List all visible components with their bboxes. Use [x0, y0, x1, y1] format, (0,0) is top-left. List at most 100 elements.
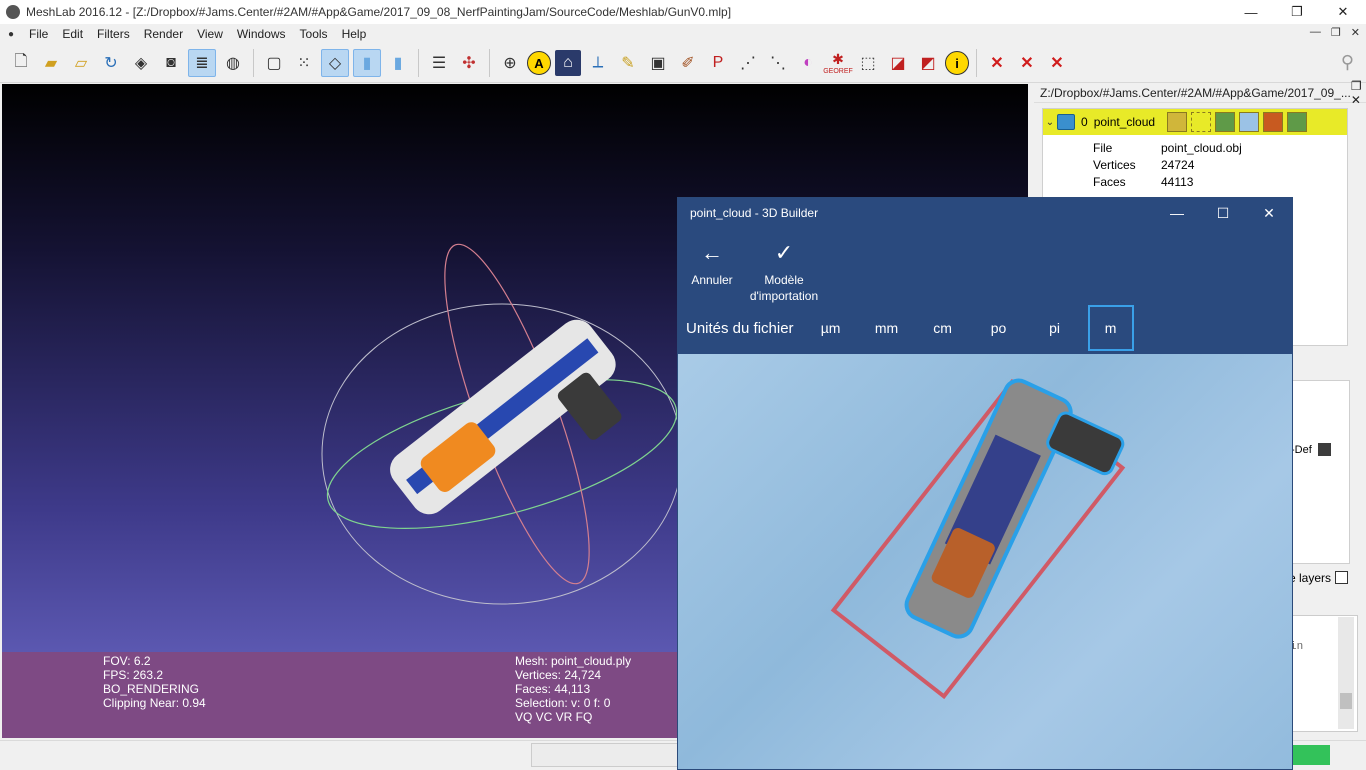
- meshlab-logo-icon: [6, 5, 20, 19]
- measure-icon[interactable]: ⟂: [585, 50, 611, 76]
- dialog-close-button[interactable]: ✕: [1246, 198, 1292, 228]
- menu-view[interactable]: View: [190, 27, 230, 41]
- dialog-maximize-button[interactable]: ☐: [1200, 198, 1246, 228]
- color-swatch[interactable]: [1318, 443, 1331, 456]
- scroll-thumb[interactable]: [1340, 693, 1352, 709]
- texture-render-icon[interactable]: [1263, 112, 1284, 132]
- search-icon[interactable]: ⚲: [1341, 52, 1354, 73]
- open-icon[interactable]: ▰: [38, 50, 64, 76]
- trackball-icon[interactable]: ⊕: [497, 50, 523, 76]
- layers-checkbox-label: e layers: [1289, 571, 1332, 585]
- georef-icon[interactable]: ✱ GEOREF: [823, 50, 853, 76]
- annotation-icon[interactable]: A: [527, 51, 551, 75]
- menu-file[interactable]: File: [22, 27, 55, 41]
- visibility-eye-icon[interactable]: [1057, 114, 1075, 130]
- fps-text: FPS: 263.2: [103, 668, 164, 682]
- wire-render-icon[interactable]: [1215, 112, 1236, 132]
- quality-icon[interactable]: ◐: [795, 50, 821, 76]
- axis-icon[interactable]: ✣: [456, 50, 482, 76]
- menu-windows[interactable]: Windows: [230, 27, 293, 41]
- brush-icon[interactable]: ✐: [675, 50, 701, 76]
- window-title: MeshLab 2016.12 - [Z:/Dropbox/#Jams.Cent…: [26, 5, 732, 19]
- prop-file: File point_cloud.obj: [1093, 140, 1242, 155]
- new-icon[interactable]: 🗋: [8, 50, 34, 76]
- minimize-button[interactable]: —: [1228, 0, 1274, 24]
- status-field: [531, 743, 679, 767]
- vertices-text: Vertices: 24,724: [515, 668, 602, 682]
- align-icon[interactable]: ⋱: [765, 50, 791, 76]
- face-select-icon[interactable]: ◪: [885, 50, 911, 76]
- bbox-render-icon[interactable]: [1167, 112, 1188, 132]
- unit-cm[interactable]: cm: [920, 305, 966, 351]
- wireframe-icon[interactable]: ◇: [321, 49, 349, 77]
- delete-faces-icon[interactable]: ✕: [984, 50, 1010, 76]
- unit-m[interactable]: m: [1087, 305, 1134, 351]
- app-menu-icon[interactable]: ●: [4, 27, 18, 41]
- restore-button[interactable]: ❐: [1274, 0, 1320, 24]
- vertex-select-icon[interactable]: ⬚: [855, 50, 881, 76]
- snapshot-icon[interactable]: ◙: [158, 50, 184, 76]
- dialog-3d-view[interactable]: [678, 354, 1292, 769]
- unit-mm[interactable]: mm: [864, 305, 910, 351]
- mdi-close-button[interactable]: ✕: [1351, 26, 1360, 39]
- pickpoints-icon[interactable]: P: [705, 50, 731, 76]
- render-options-panel: [1288, 380, 1350, 564]
- units-selector: Unités du fichier µm mm cm po pi m: [678, 304, 1144, 352]
- dialog-title: point_cloud - 3D Builder: [690, 206, 819, 220]
- bbox-icon[interactable]: ▢: [261, 50, 287, 76]
- log-scrollbar[interactable]: [1338, 617, 1354, 729]
- faces-text: Faces: 44,113: [515, 682, 591, 696]
- project-path: Z:/Dropbox/#Jams.Center/#2AM/#App&Game/2…: [1040, 86, 1351, 100]
- import-model-button[interactable]: ✓ Modèle d'importation: [746, 242, 822, 304]
- smooth-icon[interactable]: ▮: [385, 50, 411, 76]
- panel-close-button[interactable]: ✕: [1351, 93, 1361, 107]
- menu-help[interactable]: Help: [335, 27, 374, 41]
- menu-edit[interactable]: Edit: [55, 27, 90, 41]
- flat-icon[interactable]: ▮: [353, 49, 381, 77]
- delete-vertices-icon[interactable]: ✕: [1014, 50, 1040, 76]
- layers-icon[interactable]: ≣: [188, 49, 216, 77]
- delete-all-icon[interactable]: ✕: [1044, 50, 1070, 76]
- menu-filters[interactable]: Filters: [90, 27, 137, 41]
- layer-index: 0: [1081, 115, 1088, 129]
- mdi-restore-button[interactable]: ❐: [1331, 26, 1341, 39]
- fov-text: FOV: 6.2: [103, 654, 151, 668]
- reload-icon[interactable]: ↻: [98, 50, 124, 76]
- settings-render-icon[interactable]: [1287, 112, 1308, 132]
- save-icon[interactable]: ◈: [128, 50, 154, 76]
- open-project-icon[interactable]: ▱: [68, 50, 94, 76]
- select-icon[interactable]: ⋰: [735, 50, 761, 76]
- prop-vertices: Vertices 24724: [1093, 157, 1195, 172]
- info-icon[interactable]: i: [945, 51, 969, 75]
- collapse-icon[interactable]: ⌄: [1043, 117, 1057, 128]
- menu-bar: ● File Edit Filters Render View Windows …: [0, 24, 1366, 44]
- layer-name: point_cloud: [1093, 115, 1156, 129]
- menu-render[interactable]: Render: [137, 27, 190, 41]
- cancel-button[interactable]: ← Annuler: [690, 242, 734, 288]
- connected-select-icon[interactable]: ◩: [915, 50, 941, 76]
- points-icon[interactable]: ⁙: [291, 50, 317, 76]
- main-toolbar: 🗋 ▰ ▱ ↻ ◈ ◙ ≣ ◍ ▢ ⁙ ◇ ▮ ▮ ☰ ✣ ⊕ A ⌂ ⟂ ✎ …: [0, 44, 1366, 83]
- 3d-builder-dialog: point_cloud - 3D Builder — ☐ ✕ ← Annuler…: [677, 197, 1293, 770]
- menu-tools[interactable]: Tools: [293, 27, 335, 41]
- unit-po[interactable]: po: [976, 305, 1022, 351]
- flat-render-icon[interactable]: [1239, 112, 1260, 132]
- flags-text: VQ VC VR FQ: [515, 710, 593, 724]
- unit-pi[interactable]: pi: [1032, 305, 1078, 351]
- paint-icon[interactable]: ✎: [615, 50, 641, 76]
- house-icon[interactable]: ⌂: [555, 50, 581, 76]
- unit-um[interactable]: µm: [808, 305, 854, 351]
- panel-float-button[interactable]: ❐: [1351, 79, 1362, 93]
- points-render-icon[interactable]: [1191, 112, 1212, 132]
- light-icon[interactable]: ☰: [426, 50, 452, 76]
- render-info: FOV: 6.2 FPS: 263.2 BO_RENDERING Clippin…: [103, 654, 206, 710]
- dialog-minimize-button[interactable]: —: [1154, 198, 1200, 228]
- layer-row[interactable]: ⌄ 0 point_cloud: [1043, 109, 1347, 135]
- mdi-minimize-button[interactable]: —: [1310, 26, 1321, 39]
- prop-faces: Faces 44113: [1093, 174, 1194, 189]
- camera-icon[interactable]: ▣: [645, 50, 671, 76]
- sphere-icon[interactable]: ◍: [220, 50, 246, 76]
- layer-properties: File point_cloud.obj Vertices 24724 Faces 4…: [1093, 139, 1242, 190]
- layers-checkbox[interactable]: [1335, 571, 1348, 584]
- close-button[interactable]: ✕: [1320, 0, 1366, 24]
